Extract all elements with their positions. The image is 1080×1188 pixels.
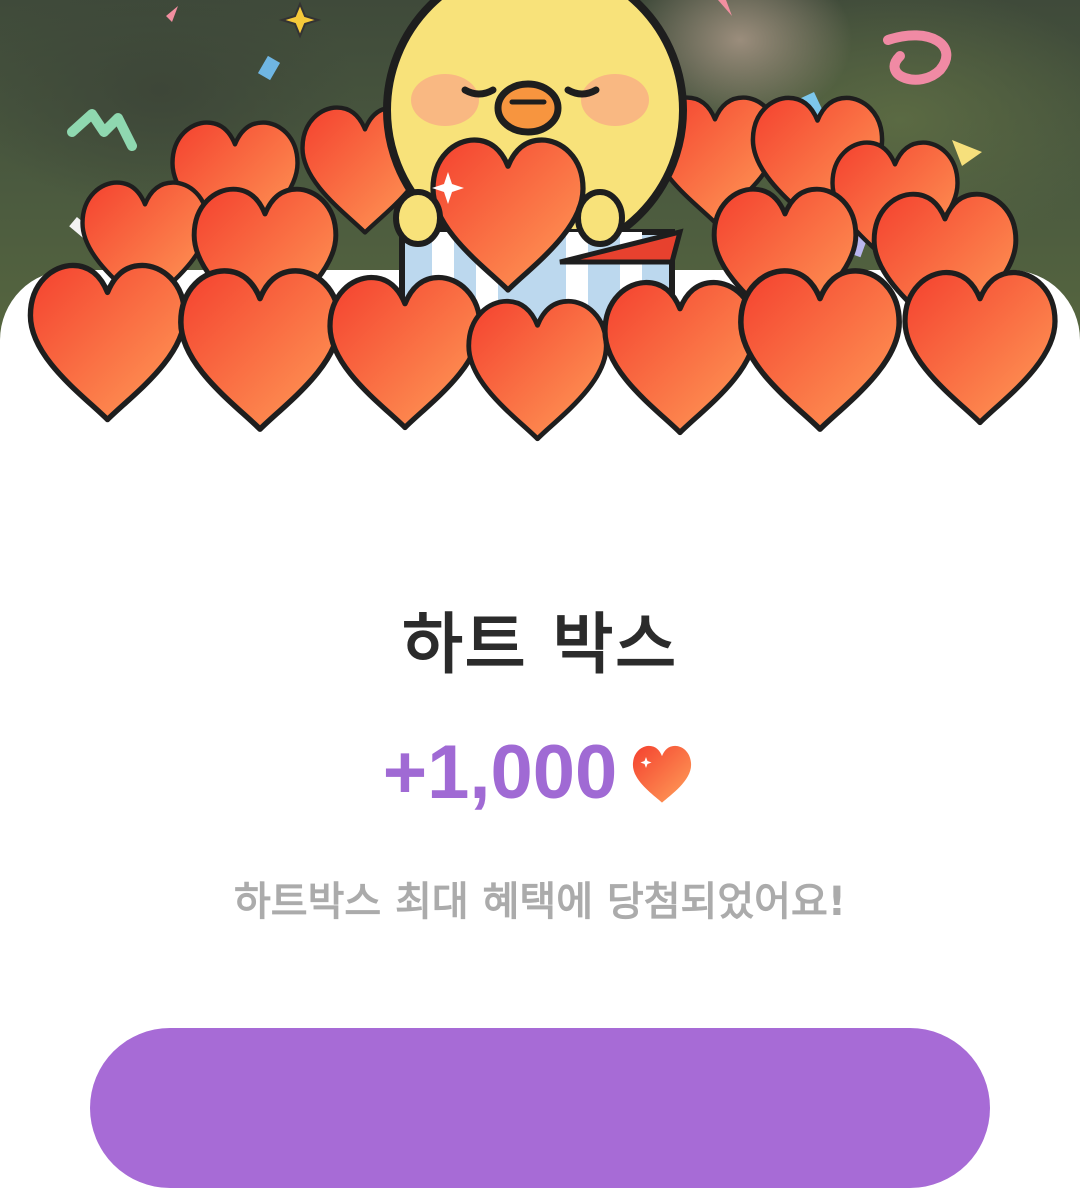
- reward-amount: +1,000: [382, 730, 618, 815]
- reward-message: 하트박스 최대 혜택에 당첨되었어요!: [233, 879, 847, 925]
- reward-amount-row: +1,000: [0, 728, 1080, 818]
- confirm-button[interactable]: [90, 1028, 990, 1188]
- reward-illustration: [0, 0, 1080, 470]
- reward-title: 하트 박스: [402, 606, 678, 683]
- heart-icon: [633, 745, 692, 803]
